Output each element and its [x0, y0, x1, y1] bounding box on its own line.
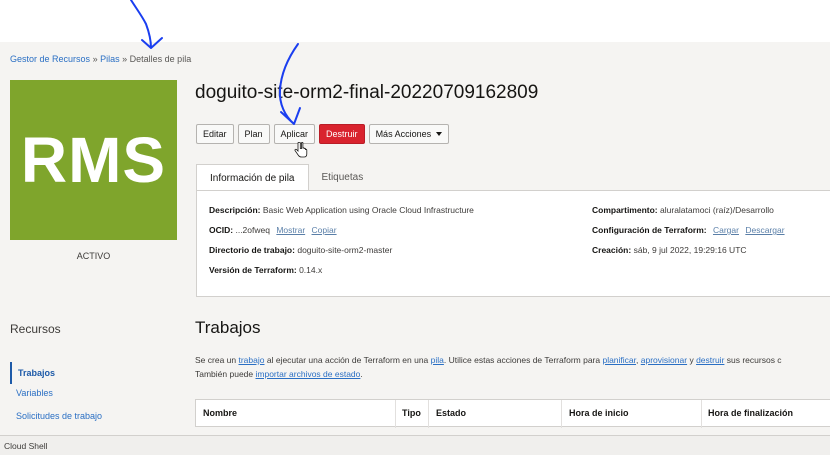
tab-tags[interactable]: Etiquetas: [309, 164, 377, 190]
column-divider: [561, 400, 562, 428]
link-pila[interactable]: pila: [431, 355, 444, 365]
column-divider: [701, 400, 702, 428]
stack-logo: RMS: [10, 80, 177, 240]
jobs-description: Se crea un trabajo al ejecutar una acció…: [195, 353, 830, 381]
sidebar-item-jobs[interactable]: Trabajos: [10, 362, 55, 384]
desc-text: y: [687, 355, 697, 365]
screen-top-blank: [0, 0, 830, 42]
workdir-label: Directorio de trabajo:: [209, 245, 295, 255]
compartment-label: Compartimento:: [592, 205, 658, 215]
tfversion-row: Versión de Terraform: 0.14.x: [209, 265, 322, 275]
edit-button[interactable]: Editar: [196, 124, 234, 144]
more-actions-button[interactable]: Más Acciones: [368, 124, 450, 144]
destroy-button[interactable]: Destruir: [319, 124, 365, 144]
sidebar-item-job-requests[interactable]: Solicitudes de trabajo: [10, 411, 102, 421]
tfconfig-row: Configuración de Terraform: Cargar Desca…: [592, 225, 785, 235]
jobs-description-line-2: También puede importar archivos de estad…: [195, 367, 830, 381]
jobs-title: Trabajos: [195, 318, 261, 337]
workdir-row: Directorio de trabajo: doguito-site-orm2…: [209, 245, 392, 255]
column-state[interactable]: Estado: [436, 408, 466, 418]
ocid-value: ...2ofweq: [235, 225, 270, 235]
tfversion-value: 0.14.x: [299, 265, 323, 275]
breadcrumb-separator: »: [92, 54, 98, 64]
tabs: Información de pila Etiquetas: [196, 164, 376, 191]
column-end-time[interactable]: Hora de finalización: [708, 408, 793, 418]
hand-pointer-icon: [294, 142, 308, 158]
compartment-row: Compartimento: aluralatamoci (raíz)/Desa…: [592, 205, 774, 215]
desc-text: al ejecutar una acción de Terraform en u…: [264, 355, 431, 365]
column-divider: [395, 400, 396, 428]
breadcrumb-separator: »: [122, 54, 128, 64]
tfconfig-upload-link[interactable]: Cargar: [713, 225, 739, 235]
resources-title: Recursos: [10, 322, 61, 336]
page-title: doguito-site-orm2-final-20220709162809: [195, 82, 539, 103]
plan-button[interactable]: Plan: [237, 124, 270, 144]
apply-button[interactable]: Aplicar: [273, 124, 316, 144]
created-value: sáb, 9 jul 2022, 19:29:16 UTC: [633, 245, 747, 255]
stack-status: ACTIVO: [76, 251, 111, 261]
sidebar-item-variables[interactable]: Variables: [10, 388, 53, 398]
description-label: Descripción:: [209, 205, 261, 215]
breadcrumb-stacks[interactable]: Pilas: [100, 54, 120, 64]
desc-text: Se crea un: [195, 355, 239, 365]
column-type[interactable]: Tipo: [402, 408, 421, 418]
link-destruir[interactable]: destruir: [696, 355, 724, 365]
column-start-time[interactable]: Hora de inicio: [569, 408, 629, 418]
created-label: Creación:: [592, 245, 632, 255]
breadcrumb: Gestor de Recursos » Pilas » Detalles de…: [10, 54, 191, 64]
link-aprovisionar[interactable]: aprovisionar: [641, 355, 687, 365]
link-import-state[interactable]: importar archivos de estado: [256, 369, 361, 379]
stack-details-page: Gestor de Recursos » Pilas » Detalles de…: [0, 42, 830, 435]
stack-logo-text: RMS: [20, 124, 167, 196]
cloud-shell-bar[interactable]: Cloud Shell: [0, 435, 830, 455]
compartment-value: aluralatamoci (raíz)/Desarrollo: [660, 205, 774, 215]
desc-text: . Utilice estas acciones de Terraform pa…: [443, 355, 603, 365]
toolbar: Editar Plan Aplicar Destruir Más Accione…: [196, 124, 450, 144]
tfversion-label: Versión de Terraform:: [209, 265, 297, 275]
description-value: Basic Web Application using Oracle Cloud…: [262, 205, 474, 215]
column-name[interactable]: Nombre: [203, 408, 237, 418]
ocid-row: OCID: ...2ofweq Mostrar Copiar: [209, 225, 337, 235]
desc-text: sus recursos c: [724, 355, 782, 365]
chevron-down-icon: [436, 132, 443, 136]
link-trabajo[interactable]: trabajo: [238, 355, 264, 365]
desc-text: También puede: [195, 369, 256, 379]
ocid-show-link[interactable]: Mostrar: [276, 225, 305, 235]
ocid-copy-link[interactable]: Copiar: [312, 225, 337, 235]
desc-text: .: [360, 369, 363, 379]
more-actions-label: Más Acciones: [375, 129, 432, 139]
link-planificar[interactable]: planificar: [602, 355, 636, 365]
jobs-table-header: Nombre Tipo Estado Hora de inicio Hora d…: [195, 399, 830, 428]
tfconfig-label: Configuración de Terraform:: [592, 225, 707, 235]
created-row: Creación: sáb, 9 jul 2022, 19:29:16 UTC: [592, 245, 747, 255]
tab-stack-info[interactable]: Información de pila: [196, 164, 309, 191]
ocid-label: OCID:: [209, 225, 234, 235]
workdir-value: doguito-site-orm2-master: [297, 245, 393, 255]
breadcrumb-current: Detalles de pila: [129, 54, 192, 64]
column-divider: [428, 400, 429, 428]
stack-info-panel: Descripción: Basic Web Application using…: [196, 190, 830, 297]
breadcrumb-resource-manager[interactable]: Gestor de Recursos: [10, 54, 90, 64]
cloud-shell-label: Cloud Shell: [4, 441, 48, 451]
jobs-description-line-1: Se crea un trabajo al ejecutar una acció…: [195, 353, 830, 367]
description-row: Descripción: Basic Web Application using…: [209, 205, 474, 215]
tfconfig-download-link[interactable]: Descargar: [745, 225, 784, 235]
